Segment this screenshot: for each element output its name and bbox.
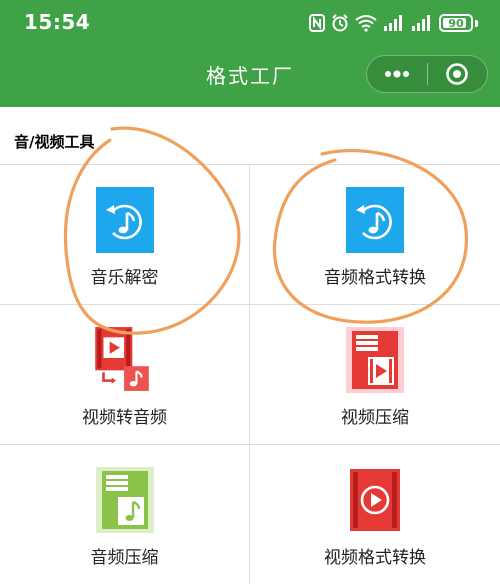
tool-label: 音频格式转换 xyxy=(324,268,426,288)
tool-video-to-audio[interactable]: 视频转音频 xyxy=(0,304,250,444)
video-format-icon xyxy=(350,469,400,531)
video-compress-icon xyxy=(346,327,404,393)
signal-icon xyxy=(384,15,402,31)
tool-label: 音乐解密 xyxy=(90,268,159,288)
tool-audio-format-convert[interactable]: 音频格式转换 xyxy=(250,164,500,304)
tool-label: 视频转音频 xyxy=(82,408,167,428)
alarm-icon xyxy=(332,14,348,32)
battery-tip xyxy=(475,19,478,27)
mini-program-capsule xyxy=(366,55,488,93)
tool-music-decrypt[interactable]: 音乐解密 xyxy=(0,164,250,304)
nfc-icon xyxy=(309,14,325,32)
music-restore-icon xyxy=(346,187,404,253)
wifi-icon xyxy=(355,15,377,32)
status-bar: 15:54 90 xyxy=(0,0,500,46)
app-header: 15:54 90 格式工厂 xyxy=(0,0,500,107)
status-time: 15:54 xyxy=(24,10,91,34)
tool-video-format-convert[interactable]: 视频格式转换 xyxy=(250,444,500,584)
more-menu-button[interactable] xyxy=(367,56,427,92)
tool-label: 视频格式转换 xyxy=(324,548,426,568)
battery-text: 90 xyxy=(448,16,464,30)
status-icons: 90 xyxy=(309,12,478,34)
tool-label: 视频压缩 xyxy=(341,408,409,428)
close-miniprogram-button[interactable] xyxy=(428,56,488,92)
music-restore-icon xyxy=(96,187,154,253)
tool-audio-compress[interactable]: 音频压缩 xyxy=(0,444,250,584)
target-circle-icon xyxy=(446,63,469,85)
video-to-audio-icon xyxy=(95,327,149,391)
main-content: 音/视频工具 音乐解密 音频格式转换 视频转音频 视频压缩 音频压缩 视频格式转… xyxy=(0,107,500,584)
tool-video-compress[interactable]: 视频压缩 xyxy=(250,304,500,444)
battery-icon: 90 xyxy=(439,14,473,32)
tool-label: 音频压缩 xyxy=(90,548,159,568)
section-title: 音/视频工具 xyxy=(14,133,95,151)
audio-compress-icon xyxy=(96,467,154,533)
more-dots-icon xyxy=(384,70,409,78)
signal-icon xyxy=(412,15,430,31)
